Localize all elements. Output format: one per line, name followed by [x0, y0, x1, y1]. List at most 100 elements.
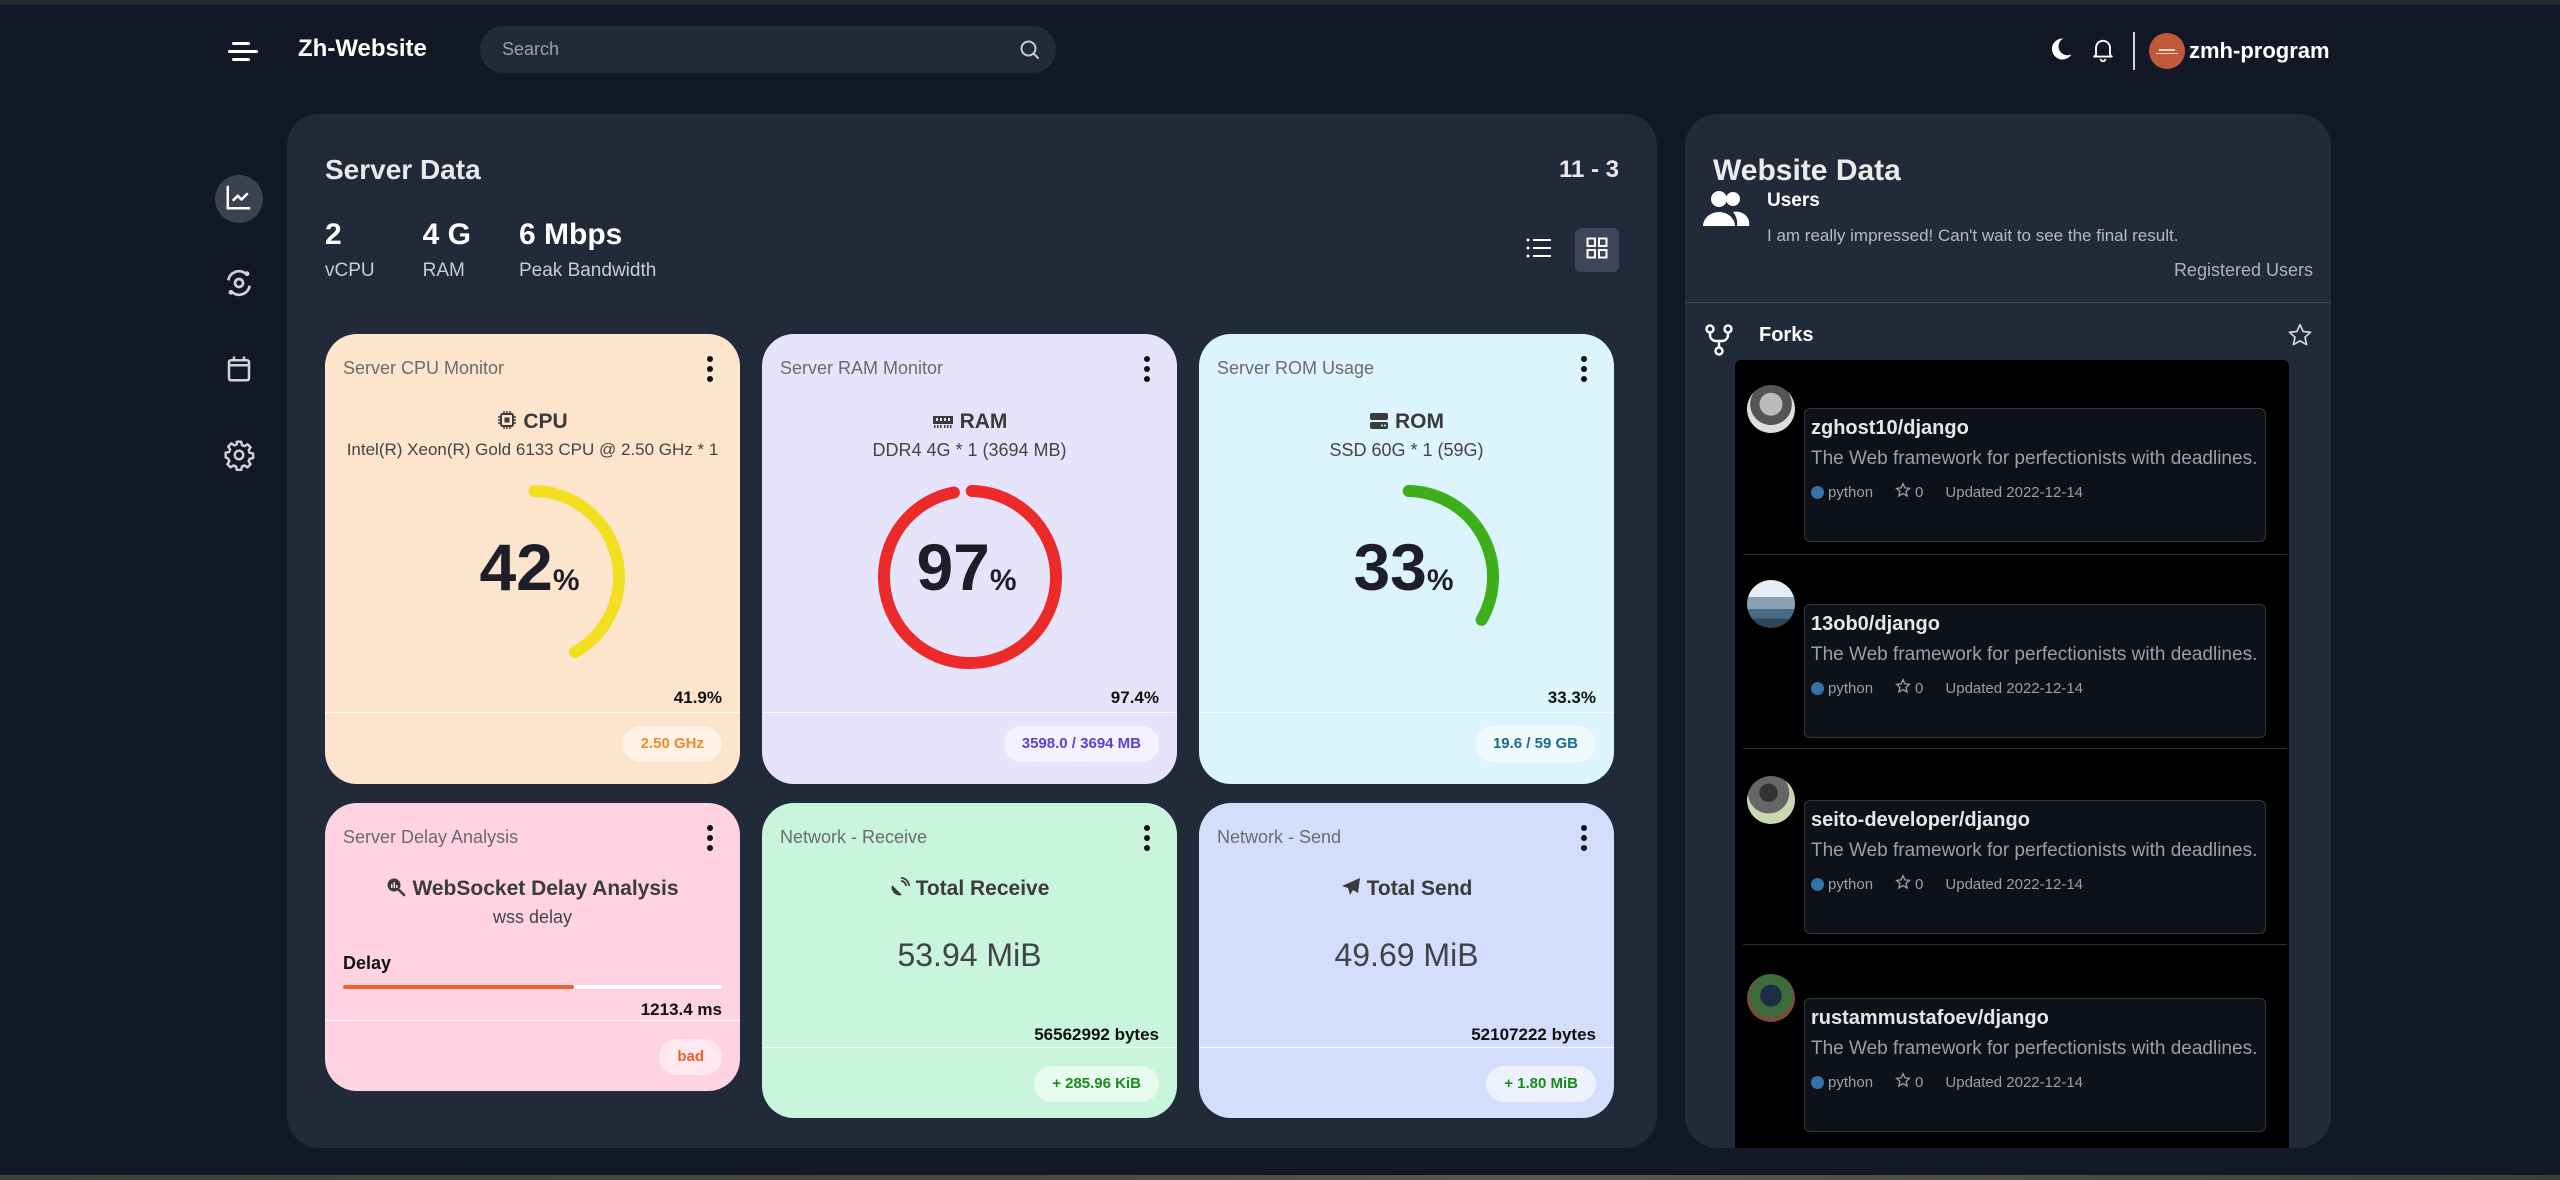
sidebar-item-calendar[interactable] [215, 347, 263, 395]
paper-plane-icon [1341, 877, 1361, 903]
menu-toggle-button[interactable] [228, 40, 258, 64]
card-heading-text: RAM [959, 410, 1008, 433]
fork-divider [1743, 554, 2287, 555]
card-divider [325, 1020, 740, 1021]
stat-bandwidth: 6 Mbps Peak Bandwidth [519, 218, 656, 282]
fork-card[interactable]: 13ob0/django The Web framework for perfe… [1804, 604, 2266, 738]
server-data-panel: Server Data 11 - 3 2 vCPU 4 G RAM 6 Mbps… [287, 114, 1657, 1148]
sidebar-item-analytics[interactable] [215, 175, 263, 223]
fork-updated: Updated 2022-12-14 [1945, 1073, 2083, 1091]
fork-avatar[interactable] [1747, 385, 1795, 433]
fork-name[interactable]: rustammustafoev/django [1811, 1007, 2259, 1030]
rom-model: SSD 60G * 1 (59G) [1329, 440, 1484, 460]
total-send-value: 49.69 MiB [1334, 937, 1479, 973]
brand-title[interactable]: Zh-Website [298, 35, 427, 63]
fork-card[interactable]: rustammustafoev/django The Web framework… [1804, 998, 2266, 1132]
star-button[interactable] [2287, 322, 2313, 353]
search-input[interactable] [502, 26, 982, 73]
fork-item[interactable]: seito-developer/django The Web framework… [1735, 754, 2289, 950]
language-color-dot [1811, 485, 1824, 499]
delay-progress-fill [343, 985, 575, 989]
fork-name[interactable]: 13ob0/django [1811, 613, 2259, 636]
card-divider [1199, 1047, 1614, 1048]
receive-delta-badge: + 285.96 KiB [1034, 1066, 1159, 1102]
grid-icon [1586, 237, 1608, 264]
card-menu-button[interactable] [1578, 825, 1590, 853]
card-menu-button[interactable] [1578, 356, 1590, 384]
dark-mode-toggle[interactable] [2045, 35, 2077, 67]
gauge-value: 33% [1353, 530, 1454, 604]
fork-item[interactable]: zghost10/django The Web framework for pe… [1735, 360, 2289, 556]
more-vertical-icon [1581, 835, 1587, 841]
view-toggle [1503, 228, 1619, 272]
cpu-model: Intel(R) Xeon(R) Gold 6133 CPU @ 2.50 GH… [346, 440, 719, 459]
star-icon [1895, 482, 1912, 502]
fork-meta: python 0 Updated 2022-12-14 [1811, 482, 2259, 502]
star-icon [1895, 1072, 1912, 1092]
star-icon [1895, 678, 1912, 698]
stat-label: vCPU [325, 260, 375, 281]
fork-meta: python 0 Updated 2022-12-14 [1811, 874, 2259, 894]
card-divider [1199, 712, 1614, 713]
sidebar-item-sync[interactable] [215, 261, 263, 309]
fork-avatar[interactable] [1747, 776, 1795, 824]
more-vertical-icon [1581, 845, 1587, 851]
card-menu-button[interactable] [1141, 825, 1153, 853]
search-icon[interactable] [1018, 38, 1042, 62]
sidebar [215, 175, 275, 519]
fork-card[interactable]: seito-developer/django The Web framework… [1804, 800, 2266, 934]
stat-value: 4 G [422, 218, 471, 251]
forks-list[interactable]: zghost10/django The Web framework for pe… [1735, 360, 2289, 1148]
card-menu-button[interactable] [704, 356, 716, 384]
username[interactable]: zmh-program [2189, 38, 2330, 64]
delay-progress-track [343, 985, 722, 989]
users-title: Users [1767, 190, 1820, 211]
language-color-dot [1811, 1075, 1824, 1089]
card-heading: Total Receive [762, 877, 1177, 903]
card-heading: Total Send [1199, 877, 1614, 903]
more-vertical-icon [707, 845, 713, 851]
user-avatar[interactable] [2149, 33, 2185, 69]
gauge-value: 97% [916, 530, 1017, 604]
notifications-button[interactable] [2087, 35, 2119, 67]
moon-icon [2047, 35, 2075, 68]
fork-item[interactable]: rustammustafoev/django The Web framework… [1735, 950, 2289, 1146]
grid-view-button[interactable] [1575, 228, 1619, 272]
card-divider [325, 712, 740, 713]
delay-value: 1213.4 ms [640, 1000, 722, 1019]
orbit-icon [223, 267, 255, 304]
fork-description: The Web framework for perfectionists wit… [1811, 1038, 2258, 1059]
fork-meta: python 0 Updated 2022-12-14 [1811, 1072, 2259, 1092]
fork-item[interactable]: 13ob0/django The Web framework for perfe… [1735, 558, 2289, 754]
gear-icon [223, 439, 255, 476]
network-receive-card: Network - Receive Total Receive 53.94 Mi… [762, 803, 1177, 1118]
list-view-button[interactable] [1517, 228, 1561, 272]
users-icon [1703, 190, 1751, 233]
ram-monitor-card: Server RAM Monitor RAM DDR4 4G * 1 (3694… [762, 334, 1177, 784]
fork-card[interactable]: zghost10/django The Web framework for pe… [1804, 408, 2266, 542]
card-heading-text: ROM [1395, 410, 1444, 433]
cpu-gauge: 42% [435, 479, 625, 669]
stat-value: 2 [325, 218, 342, 251]
chip-icon [497, 410, 517, 436]
registered-users-caption: Registered Users [2173, 260, 2313, 280]
more-vertical-icon [1581, 356, 1587, 362]
card-menu-button[interactable] [704, 825, 716, 853]
fork-avatar[interactable] [1747, 580, 1795, 628]
fork-avatar[interactable] [1747, 974, 1795, 1022]
fork-name[interactable]: seito-developer/django [1811, 809, 2259, 832]
card-heading-text: Total Receive [915, 877, 1050, 900]
more-vertical-icon [1581, 376, 1587, 382]
fork-name[interactable]: zghost10/django [1811, 417, 2259, 440]
sidebar-item-settings[interactable] [215, 433, 263, 481]
card-heading-text: CPU [523, 410, 568, 433]
fork-divider [1743, 748, 2287, 749]
memory-icon [932, 412, 954, 436]
card-heading-text: Total Send [1366, 877, 1473, 900]
header-actions: zmh-program [2045, 31, 2330, 71]
cpu-exact-percent: 41.9% [673, 688, 722, 707]
card-menu-button[interactable] [1141, 356, 1153, 384]
more-vertical-icon [707, 356, 713, 362]
bell-icon [2089, 35, 2117, 68]
card-divider [762, 1047, 1177, 1048]
